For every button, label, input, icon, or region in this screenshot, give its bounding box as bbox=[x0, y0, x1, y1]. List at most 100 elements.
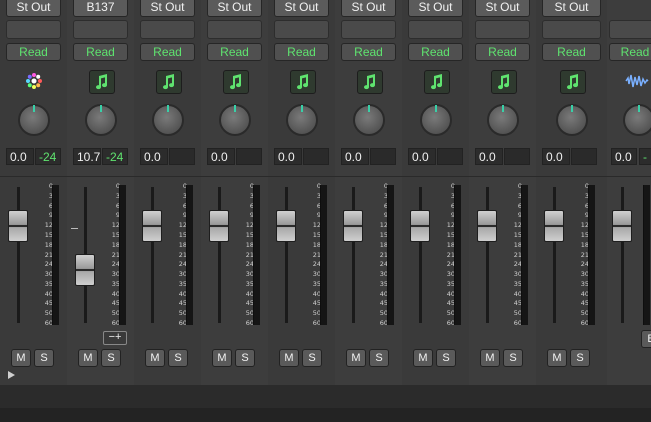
scale-label: 50 bbox=[446, 309, 455, 318]
insert-slot[interactable] bbox=[6, 20, 61, 39]
scale-label: 9 bbox=[115, 211, 120, 220]
volume-readout[interactable]: 0.0 bbox=[6, 148, 34, 165]
music-note-icon[interactable] bbox=[559, 70, 586, 94]
volume-readout[interactable]: 0.0 bbox=[611, 148, 637, 165]
automation-mode-button[interactable]: Read bbox=[475, 43, 530, 61]
scale-label: 6 bbox=[115, 201, 120, 210]
solo-button[interactable]: S bbox=[101, 349, 121, 367]
mute-button[interactable]: M bbox=[480, 349, 500, 367]
bounce-button[interactable]: B bbox=[641, 330, 651, 348]
automation-mode-button[interactable]: Read bbox=[341, 43, 396, 61]
mute-button[interactable]: M bbox=[279, 349, 299, 367]
output-button[interactable]: B137 bbox=[73, 0, 128, 17]
volume-readout[interactable]: 0.0 bbox=[341, 148, 369, 165]
output-button[interactable]: St Out bbox=[6, 0, 61, 17]
insert-slot[interactable] bbox=[274, 20, 329, 39]
mute-button[interactable]: M bbox=[145, 349, 165, 367]
volume-readout[interactable]: 0.0 bbox=[207, 148, 235, 165]
volume-readout[interactable]: 0.0 bbox=[542, 148, 570, 165]
waveform-icon[interactable] bbox=[625, 70, 649, 92]
automation-mode-button[interactable]: Read bbox=[73, 43, 128, 61]
music-note-icon[interactable] bbox=[155, 70, 182, 94]
output-button[interactable]: St Out bbox=[542, 0, 601, 17]
pan-knob[interactable] bbox=[218, 104, 251, 136]
mute-button[interactable]: M bbox=[78, 349, 98, 367]
automation-mode-button[interactable]: Read bbox=[140, 43, 195, 61]
solo-button[interactable]: S bbox=[235, 349, 255, 367]
fader-track bbox=[419, 187, 422, 323]
solo-button[interactable]: S bbox=[302, 349, 322, 367]
pan-knob[interactable] bbox=[486, 104, 519, 136]
pan-knob[interactable] bbox=[419, 104, 452, 136]
output-button[interactable]: St Out bbox=[207, 0, 262, 17]
solo-button[interactable]: S bbox=[570, 349, 590, 367]
scale-label: 40 bbox=[513, 289, 522, 298]
mute-button[interactable]: M bbox=[547, 349, 567, 367]
pan-knob[interactable] bbox=[352, 104, 385, 136]
solo-button[interactable]: S bbox=[436, 349, 456, 367]
volume-readout[interactable]: 10.7 bbox=[73, 148, 101, 165]
solo-button[interactable]: S bbox=[168, 349, 188, 367]
automation-mode-button[interactable]: Read bbox=[274, 43, 329, 61]
volume-fader[interactable] bbox=[477, 210, 497, 242]
scale-label: 21 bbox=[446, 250, 455, 259]
music-note-icon[interactable] bbox=[490, 70, 517, 94]
scale-label: 35 bbox=[312, 279, 321, 288]
mute-button[interactable]: M bbox=[11, 349, 31, 367]
mute-button[interactable]: M bbox=[346, 349, 366, 367]
insert-slot[interactable] bbox=[140, 20, 195, 39]
output-button[interactable]: St Out bbox=[475, 0, 530, 17]
insert-slot[interactable] bbox=[341, 20, 396, 39]
music-note-icon[interactable] bbox=[222, 70, 249, 94]
pan-knob[interactable] bbox=[17, 104, 50, 136]
insert-slot[interactable] bbox=[73, 20, 128, 39]
music-note-icon[interactable] bbox=[356, 70, 383, 94]
insert-slot[interactable] bbox=[207, 20, 262, 39]
volume-fader[interactable] bbox=[544, 210, 564, 242]
music-note-icon[interactable] bbox=[423, 70, 450, 94]
automation-mode-button[interactable]: Read bbox=[408, 43, 463, 61]
volume-fader[interactable] bbox=[75, 254, 95, 286]
volume-readout[interactable]: 0.0 bbox=[140, 148, 168, 165]
mute-button[interactable]: M bbox=[212, 349, 232, 367]
volume-readout[interactable]: 0.0 bbox=[274, 148, 302, 165]
automation-mode-button[interactable]: Read bbox=[542, 43, 601, 61]
volume-fader[interactable] bbox=[343, 210, 363, 242]
scale-label: 15 bbox=[513, 230, 522, 239]
insert-slot[interactable] bbox=[542, 20, 601, 39]
pan-knob[interactable] bbox=[623, 104, 651, 136]
volume-fader[interactable] bbox=[276, 210, 296, 242]
insert-slot[interactable] bbox=[475, 20, 530, 39]
volume-fader[interactable] bbox=[209, 210, 229, 242]
output-button[interactable]: St Out bbox=[341, 0, 396, 17]
solo-button[interactable]: S bbox=[34, 349, 54, 367]
stereo-toggle-button[interactable]: −+ bbox=[103, 331, 127, 345]
insert-slot[interactable] bbox=[408, 20, 463, 39]
output-button[interactable]: St Out bbox=[274, 0, 329, 17]
scale-label: 6 bbox=[316, 201, 321, 210]
volume-readout[interactable]: 0.0 bbox=[475, 148, 503, 165]
music-note-icon[interactable] bbox=[88, 70, 115, 94]
pan-knob[interactable] bbox=[151, 104, 184, 136]
volume-fader[interactable] bbox=[142, 210, 162, 242]
scale-label: 40 bbox=[245, 289, 254, 298]
expand-arrow-icon[interactable] bbox=[8, 371, 15, 379]
output-button[interactable]: St Out bbox=[140, 0, 195, 17]
automation-mode-button[interactable]: Read bbox=[207, 43, 262, 61]
mute-button[interactable]: M bbox=[413, 349, 433, 367]
automation-mode-button[interactable]: Read bbox=[6, 43, 61, 61]
pan-knob[interactable] bbox=[555, 104, 588, 136]
automation-mode-button[interactable]: Read bbox=[609, 43, 651, 61]
volume-fader[interactable] bbox=[8, 210, 28, 242]
volume-fader[interactable] bbox=[612, 210, 632, 242]
pan-knob[interactable] bbox=[285, 104, 318, 136]
solo-button[interactable]: S bbox=[369, 349, 389, 367]
solo-button[interactable]: S bbox=[503, 349, 523, 367]
pan-knob[interactable] bbox=[84, 104, 117, 136]
volume-fader[interactable] bbox=[410, 210, 430, 242]
color-burst-icon[interactable] bbox=[22, 70, 46, 92]
output-button[interactable]: St Out bbox=[408, 0, 463, 17]
insert-slot[interactable] bbox=[609, 20, 651, 39]
volume-readout[interactable]: 0.0 bbox=[408, 148, 436, 165]
music-note-icon[interactable] bbox=[289, 70, 316, 94]
